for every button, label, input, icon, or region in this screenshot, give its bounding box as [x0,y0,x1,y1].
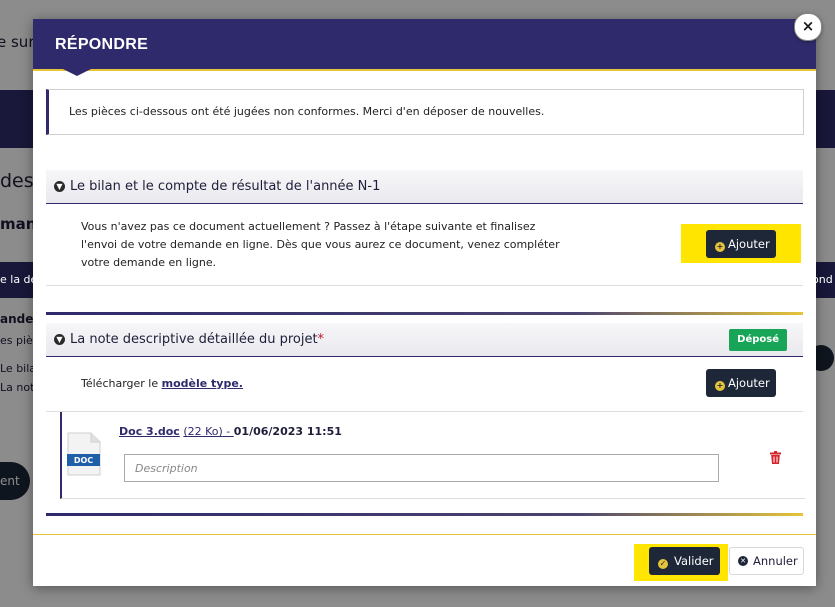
section-note-title: La note descriptive détaillée du projet* [70,332,324,347]
text-line: l'envoi de votre demande en ligne. Dès q… [81,238,560,251]
required-mark: * [317,332,325,347]
status-badge: Déposé [729,329,787,351]
text-line: Vous n'avez pas ce document actuellement… [81,220,536,233]
cancel-button[interactable]: ✕ Annuler [729,547,804,575]
section-note-add-button[interactable]: + Ajouter [706,369,776,397]
section-bilan-title: Le bilan et le compte de résultat de l'a… [70,179,381,194]
file-date: 01/06/2023 11:51 [233,425,342,438]
cancel-button-label: Annuler [753,554,798,568]
text-line: votre demande en ligne. [81,256,217,269]
bg-strip-text: e la de [0,273,38,286]
file-info: Doc 3.doc (22 Ko) - 01/06/2023 11:51 [119,425,342,438]
add-button-label: Ajouter [728,376,770,390]
file-name-link[interactable]: Doc 3.doc [119,425,180,438]
section-separator [46,312,803,315]
divider [46,285,803,286]
section-bilan-add-button[interactable]: + Ajouter [706,230,776,258]
uploaded-file-row: DOC Doc 3.doc (22 Ko) - 01/06/2023 11:51 [60,412,805,499]
doc-file-icon: DOC [67,432,101,476]
file-separator: - [222,425,234,438]
header-notch [63,69,91,76]
chevron-circle-down-icon: ▼ [54,181,65,192]
validate-button[interactable]: ✓ Valider [649,547,720,575]
template-download-link[interactable]: modèle type. [162,377,243,390]
doc-icon-label: DOC [74,456,93,465]
add-button-label: Ajouter [728,237,770,251]
plus-circle-icon: + [715,381,725,391]
trash-icon[interactable] [770,451,781,464]
modal-title: RÉPONDRE [55,36,149,53]
download-template-text: Télécharger le modèle type. [81,375,243,393]
validate-button-label: Valider [674,554,714,568]
respond-modal: RÉPONDRE Les pièces ci-dessous ont été j… [33,19,816,586]
description-input[interactable] [124,454,719,482]
section-note-header[interactable]: ▼ La note descriptive détaillée du proje… [46,323,803,357]
section-bilan-text: Vous n'avez pas ce document actuellement… [81,218,560,272]
check-circle-icon: ✓ [658,559,668,569]
close-circle-icon: ✕ [738,556,748,566]
section-bilan-header[interactable]: ▼ Le bilan et le compte de résultat de l… [46,170,803,204]
footer-accent-line [33,534,816,535]
section-note-title-text: La note descriptive détaillée du projet [70,332,318,347]
file-size[interactable]: (22 Ko) [183,425,222,438]
chevron-circle-down-icon: ▼ [54,334,65,345]
alert-text: Les pièces ci-dessous ont été jugées non… [69,105,545,118]
nonconformity-alert: Les pièces ci-dessous ont été jugées non… [46,89,804,135]
close-modal-button[interactable]: × [794,13,822,41]
modal-header: RÉPONDRE [33,19,816,69]
header-accent-line [33,69,816,71]
plus-circle-icon: + [715,242,725,252]
bg-strip-text-right: ond [812,273,833,286]
download-prefix: Télécharger le [81,377,159,390]
section-separator [46,513,803,516]
